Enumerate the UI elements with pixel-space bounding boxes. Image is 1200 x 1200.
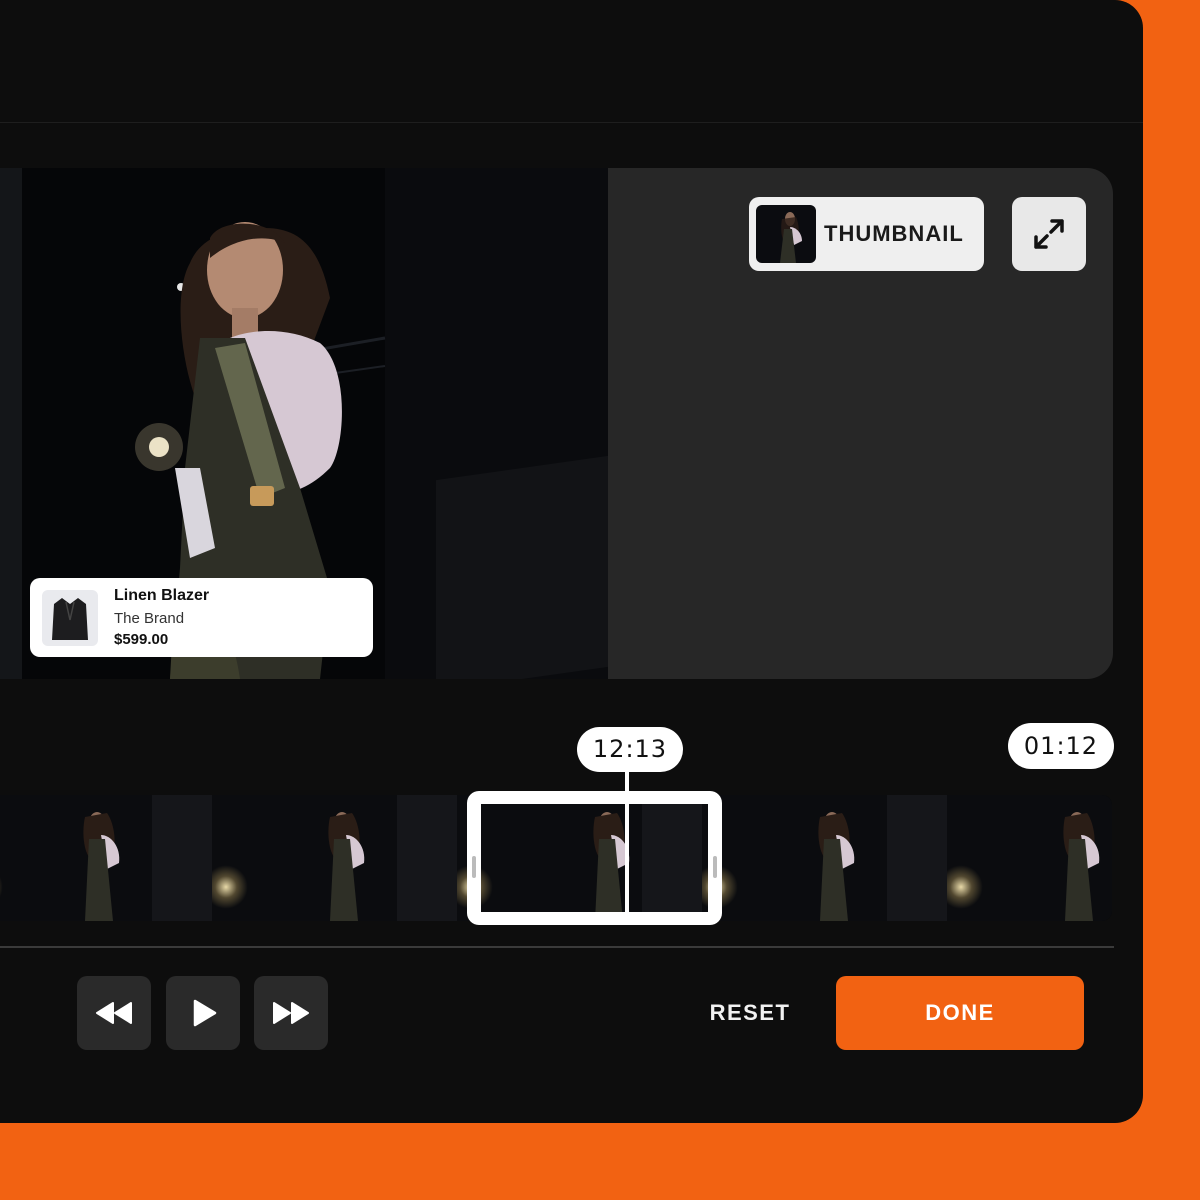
preview-area: Linen Blazer The Brand $599.00 THUMBNAIL: [0, 168, 1113, 679]
blazer-image: [42, 590, 98, 646]
fast-forward-button[interactable]: [254, 976, 328, 1050]
reset-button[interactable]: RESET: [680, 998, 820, 1028]
timeline-frame: [212, 795, 457, 921]
scrub-bar[interactable]: [0, 946, 1114, 948]
current-time-badge: 12:13: [577, 727, 683, 772]
rewind-button[interactable]: [77, 976, 151, 1050]
product-price: $599.00: [114, 631, 169, 648]
product-name: Linen Blazer: [114, 587, 210, 604]
play-button[interactable]: [166, 976, 240, 1050]
thumbnail-button[interactable]: THUMBNAIL: [749, 197, 984, 271]
top-bar: [0, 0, 1143, 123]
timeline-frame: [702, 795, 947, 921]
rewind-icon: [96, 1002, 132, 1024]
timeline-frame: [0, 795, 212, 921]
expand-icon: [1034, 219, 1064, 249]
play-icon: [193, 999, 217, 1027]
editor-panel: Linen Blazer The Brand $599.00 THUMBNAIL: [0, 0, 1143, 1123]
product-brand: The Brand: [114, 610, 185, 627]
trim-handle-left[interactable]: [472, 856, 476, 878]
timeline-frame: [947, 795, 1112, 921]
trim-handle-right[interactable]: [713, 856, 717, 878]
total-time-badge: 01:12: [1008, 723, 1114, 769]
playhead[interactable]: [625, 772, 629, 920]
expand-button[interactable]: [1012, 197, 1086, 271]
fast-forward-icon: [273, 1002, 309, 1024]
thumbnail-label: THUMBNAIL: [824, 221, 964, 246]
trim-selection[interactable]: [467, 791, 722, 925]
thumbnail-image: [756, 205, 816, 263]
product-card[interactable]: Linen Blazer The Brand $599.00: [30, 578, 373, 657]
done-button[interactable]: DONE: [836, 976, 1084, 1050]
